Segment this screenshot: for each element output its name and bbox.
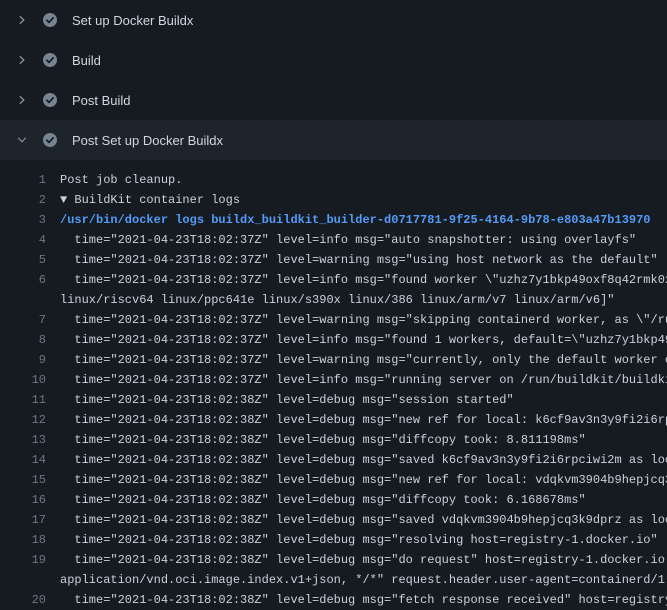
log-line-number[interactable]: 17: [0, 510, 46, 530]
log-line-number[interactable]: 15: [0, 470, 46, 490]
log-line-text: time="2021-04-23T18:02:37Z" level=info m…: [60, 270, 667, 290]
log-line-text: time="2021-04-23T18:02:37Z" level=warnin…: [60, 310, 667, 330]
log-line: linux/riscv64 linux/ppc641e linux/s390x …: [0, 290, 667, 310]
log-line-number[interactable]: 12: [0, 410, 46, 430]
log-line: 17 time="2021-04-23T18:02:38Z" level=deb…: [0, 510, 667, 530]
log-line: 16 time="2021-04-23T18:02:38Z" level=deb…: [0, 490, 667, 510]
log-line-text: /usr/bin/docker logs buildx_buildkit_bui…: [60, 210, 667, 230]
log-line-text: time="2021-04-23T18:02:38Z" level=debug …: [60, 430, 667, 450]
log-line: 8 time="2021-04-23T18:02:37Z" level=info…: [0, 330, 667, 350]
log-line: 13 time="2021-04-23T18:02:38Z" level=deb…: [0, 430, 667, 450]
log-line-text: time="2021-04-23T18:02:38Z" level=debug …: [60, 530, 667, 550]
step-label: Post Set up Docker Buildx: [70, 133, 223, 148]
check-circle-icon: [42, 92, 58, 108]
log-line: 1 Post job cleanup.: [0, 170, 667, 190]
log-line-text: Post job cleanup.: [60, 170, 667, 190]
step-label: Build: [70, 53, 101, 68]
log-line: 15 time="2021-04-23T18:02:38Z" level=deb…: [0, 470, 667, 490]
log-line-text: BuildKit container logs: [74, 190, 667, 210]
check-circle-icon: [42, 52, 58, 68]
log-line-number[interactable]: 20: [0, 590, 46, 610]
log-line-text: time="2021-04-23T18:02:37Z" level=info m…: [60, 330, 667, 350]
log-line: 6 time="2021-04-23T18:02:37Z" level=info…: [0, 270, 667, 290]
log-line: 3 /usr/bin/docker logs buildx_buildkit_b…: [0, 210, 667, 230]
log-line-number[interactable]: 14: [0, 450, 46, 470]
log-line-text: time="2021-04-23T18:02:38Z" level=debug …: [60, 590, 667, 610]
log-line-text: linux/riscv64 linux/ppc641e linux/s390x …: [60, 290, 667, 310]
step-section-build[interactable]: Build: [0, 40, 667, 80]
step-section-post-set-up-docker-buildx[interactable]: Post Set up Docker Buildx: [0, 120, 667, 160]
log-line-text: time="2021-04-23T18:02:37Z" level=info m…: [60, 370, 667, 390]
log-line-number[interactable]: 2: [0, 190, 46, 210]
chevron-right-icon: [14, 52, 30, 68]
log-line-number[interactable]: 11: [0, 390, 46, 410]
actions-log-viewer: { "colors": { "background": "#161b22", "…: [0, 0, 667, 600]
log-line: 18 time="2021-04-23T18:02:38Z" level=deb…: [0, 530, 667, 550]
log-line-text: application/vnd.oci.image.index.v1+json,…: [60, 570, 667, 590]
log-line-number[interactable]: 4: [0, 230, 46, 250]
log-line-text: time="2021-04-23T18:02:38Z" level=debug …: [60, 550, 667, 570]
step-section-set-up-docker-buildx[interactable]: Set up Docker Buildx: [0, 0, 667, 40]
log-line-text: time="2021-04-23T18:02:37Z" level=info m…: [60, 230, 667, 250]
log-line-text: time="2021-04-23T18:02:38Z" level=debug …: [60, 450, 667, 470]
log-line-text: time="2021-04-23T18:02:38Z" level=debug …: [60, 510, 667, 530]
log-line-text: time="2021-04-23T18:02:37Z" level=warnin…: [60, 250, 667, 270]
log-line: 11 time="2021-04-23T18:02:38Z" level=deb…: [0, 390, 667, 410]
log-line-number[interactable]: 6: [0, 270, 46, 290]
log-line: 12 time="2021-04-23T18:02:38Z" level=deb…: [0, 410, 667, 430]
log-line-text: time="2021-04-23T18:02:38Z" level=debug …: [60, 390, 667, 410]
log-line: 5 time="2021-04-23T18:02:37Z" level=warn…: [0, 250, 667, 270]
log-line-number[interactable]: 13: [0, 430, 46, 450]
check-circle-icon: [42, 12, 58, 28]
log-line-number[interactable]: 8: [0, 330, 46, 350]
log-line: 2 ▼ BuildKit container logs: [0, 190, 667, 210]
log-line-text: time="2021-04-23T18:02:37Z" level=warnin…: [60, 350, 667, 370]
log-line-number[interactable]: [0, 570, 46, 590]
log-line-text: time="2021-04-23T18:02:38Z" level=debug …: [60, 470, 667, 490]
log-line-number[interactable]: 7: [0, 310, 46, 330]
log-line: application/vnd.oci.image.index.v1+json,…: [0, 570, 667, 590]
log-line: 4 time="2021-04-23T18:02:37Z" level=info…: [0, 230, 667, 250]
log-line: 14 time="2021-04-23T18:02:38Z" level=deb…: [0, 450, 667, 470]
log-line-text: time="2021-04-23T18:02:38Z" level=debug …: [60, 490, 667, 510]
log-line: 19 time="2021-04-23T18:02:38Z" level=deb…: [0, 550, 667, 570]
chevron-right-icon: [14, 12, 30, 28]
group-toggle-icon[interactable]: ▼: [60, 190, 74, 210]
log-line-number[interactable]: [0, 290, 46, 310]
log-line-number[interactable]: 19: [0, 550, 46, 570]
log-line-number[interactable]: 16: [0, 490, 46, 510]
step-label: Post Build: [70, 93, 131, 108]
log-line: 10 time="2021-04-23T18:02:37Z" level=inf…: [0, 370, 667, 390]
log-viewer: 1 Post job cleanup. 2 ▼ BuildKit contain…: [0, 160, 667, 610]
chevron-down-icon: [14, 132, 30, 148]
step-section-post-build[interactable]: Post Build: [0, 80, 667, 120]
log-line-number[interactable]: 3: [0, 210, 46, 230]
check-circle-icon: [42, 132, 58, 148]
log-line-number[interactable]: 10: [0, 370, 46, 390]
log-line-number[interactable]: 1: [0, 170, 46, 190]
log-line: 7 time="2021-04-23T18:02:37Z" level=warn…: [0, 310, 667, 330]
chevron-right-icon: [14, 92, 30, 108]
log-line-text: time="2021-04-23T18:02:38Z" level=debug …: [60, 410, 667, 430]
log-line: 9 time="2021-04-23T18:02:37Z" level=warn…: [0, 350, 667, 370]
log-line: 20 time="2021-04-23T18:02:38Z" level=deb…: [0, 590, 667, 610]
step-label: Set up Docker Buildx: [70, 13, 193, 28]
log-line-number[interactable]: 5: [0, 250, 46, 270]
log-line-number[interactable]: 9: [0, 350, 46, 370]
log-line-number[interactable]: 18: [0, 530, 46, 550]
